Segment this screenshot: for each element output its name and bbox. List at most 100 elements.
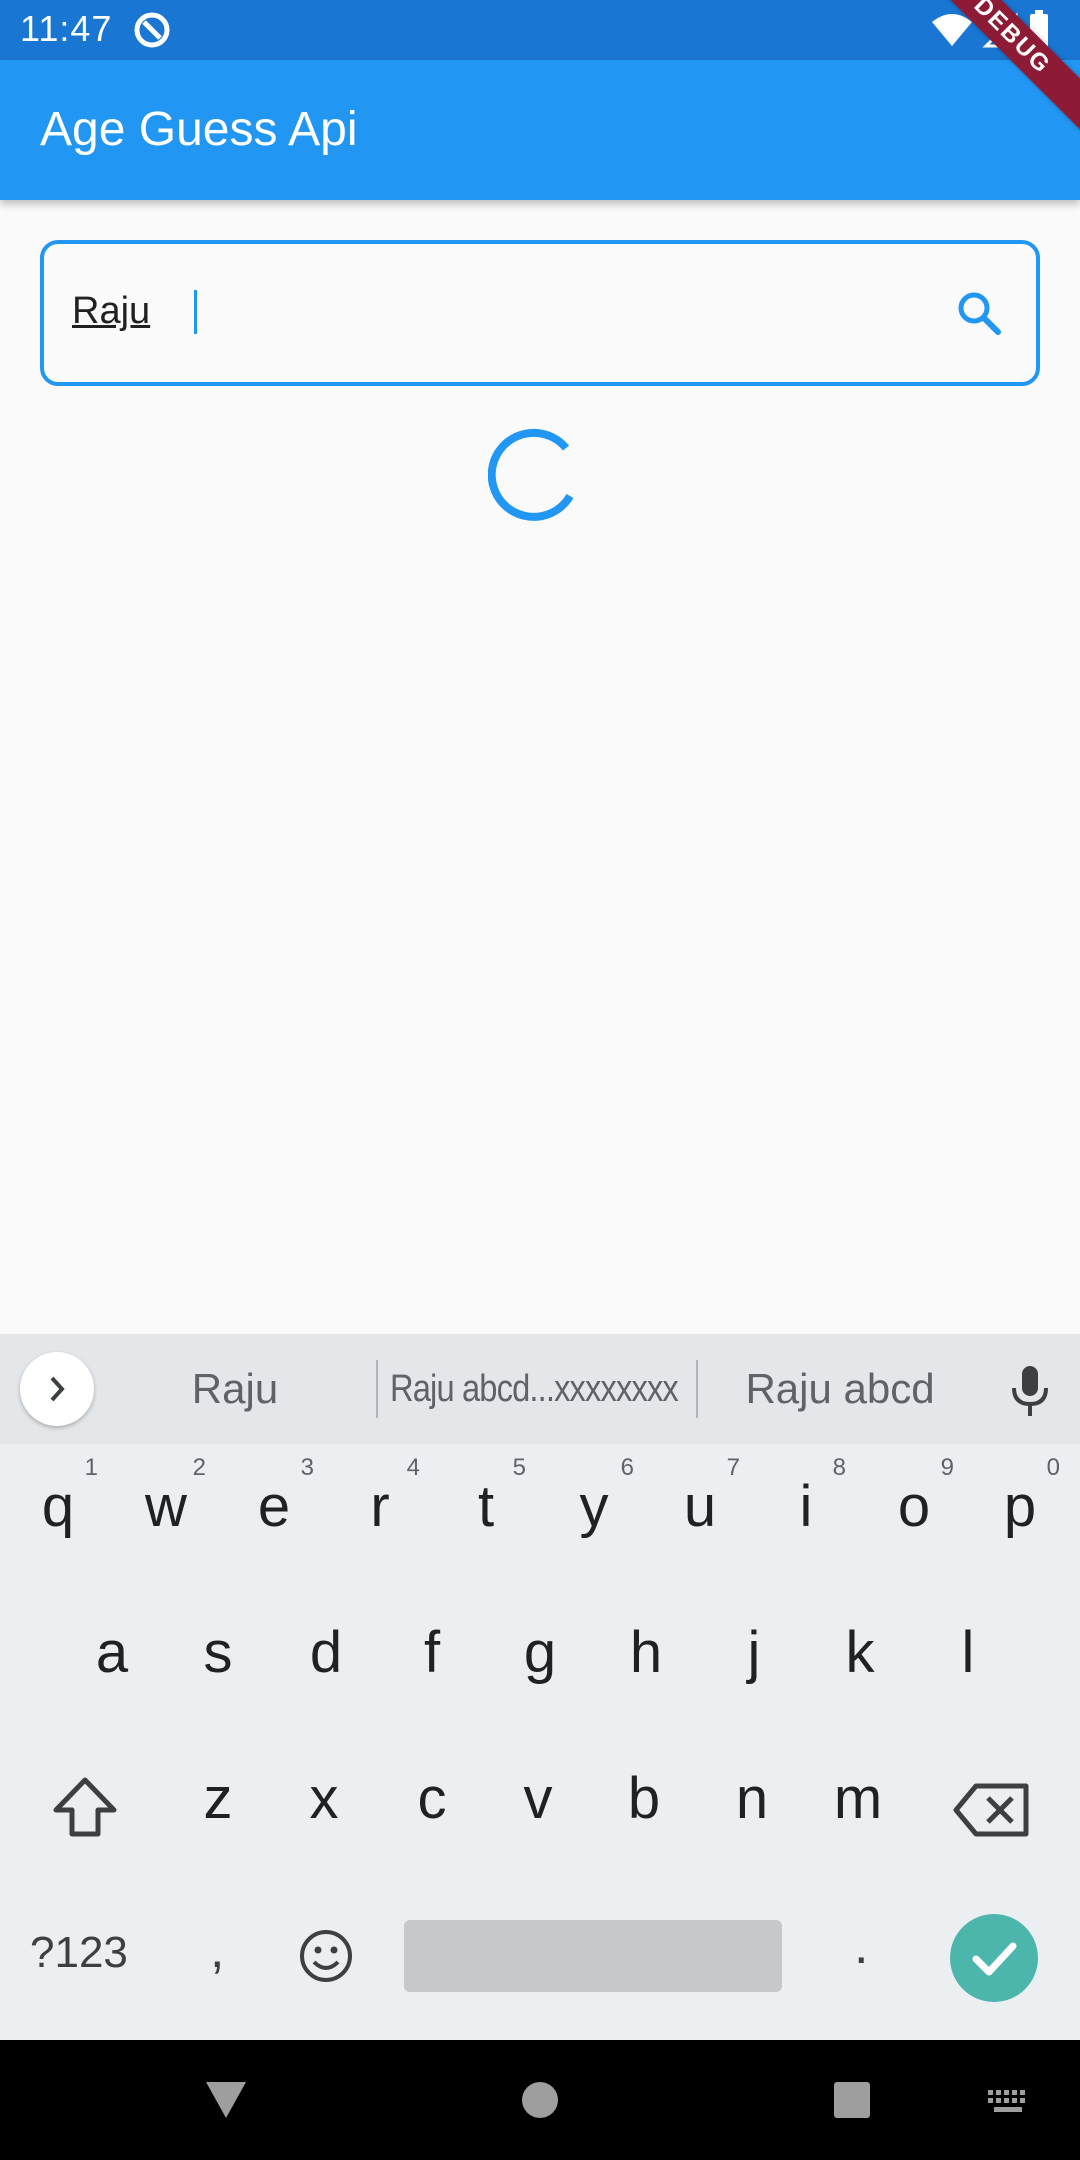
suggestion-1[interactable]: Raju xyxy=(130,1364,340,1414)
soft-keyboard: Raju Raju abcd...xxxxxxxx Raju abcd q1 w… xyxy=(0,1334,1080,2040)
key-label: l xyxy=(961,1620,975,1685)
key-label: o xyxy=(897,1474,931,1539)
key-label: z xyxy=(203,1766,233,1831)
key-label: j xyxy=(747,1620,761,1685)
app-notification-icon xyxy=(134,12,170,48)
key-c[interactable]: c xyxy=(378,1736,486,1876)
loading-spinner xyxy=(488,428,574,521)
key-hint: 1 xyxy=(84,1454,98,1481)
key-p[interactable]: p0 xyxy=(966,1444,1074,1584)
key-w[interactable]: w2 xyxy=(112,1444,220,1584)
key-hint: 7 xyxy=(726,1454,740,1481)
key-label: e xyxy=(257,1474,291,1539)
key-e[interactable]: e3 xyxy=(220,1444,328,1584)
key-label: h xyxy=(629,1620,663,1685)
key-t[interactable]: t5 xyxy=(432,1444,540,1584)
key-d[interactable]: d xyxy=(272,1590,380,1730)
key-f[interactable]: f xyxy=(378,1590,486,1730)
key-label: b xyxy=(627,1766,661,1831)
key-label: n xyxy=(735,1766,769,1831)
emoji-key[interactable] xyxy=(298,1928,354,1984)
key-hint: 0 xyxy=(1046,1454,1060,1481)
suggestion-divider xyxy=(376,1360,378,1418)
symbols-key[interactable]: ?123 xyxy=(30,1928,128,1978)
key-z[interactable]: z xyxy=(164,1736,272,1876)
key-label: f xyxy=(423,1620,441,1685)
key-label: y xyxy=(579,1474,609,1539)
key-label: x xyxy=(309,1766,339,1831)
key-hint: 2 xyxy=(192,1454,206,1481)
search-input-text: Raju xyxy=(72,290,151,332)
key-label: a xyxy=(95,1620,129,1685)
text-caret xyxy=(194,290,197,334)
key-label: g xyxy=(523,1620,557,1685)
key-hint: 8 xyxy=(832,1454,846,1481)
key-o[interactable]: o9 xyxy=(860,1444,968,1584)
key-hint: 3 xyxy=(300,1454,314,1481)
space-key[interactable] xyxy=(404,1920,782,1992)
suggestion-bar: Raju Raju abcd...xxxxxxxx Raju abcd xyxy=(0,1334,1080,1444)
done-key[interactable] xyxy=(950,1914,1038,2002)
search-input-value[interactable]: Raju xyxy=(72,290,150,333)
suggestion-divider xyxy=(696,1360,698,1418)
suggestion-3[interactable]: Raju abcd xyxy=(720,1364,960,1414)
home-icon[interactable] xyxy=(520,2080,560,2120)
emoji-icon xyxy=(300,1930,352,1982)
key-v[interactable]: v xyxy=(484,1736,592,1876)
key-g[interactable]: g xyxy=(486,1590,594,1730)
key-j[interactable]: j xyxy=(700,1590,808,1730)
key-i[interactable]: i8 xyxy=(752,1444,860,1584)
key-label: v xyxy=(523,1766,553,1831)
key-a[interactable]: a xyxy=(58,1590,166,1730)
check-icon xyxy=(972,1942,1017,1976)
key-label: u xyxy=(683,1474,717,1539)
search-input[interactable]: Raju xyxy=(40,240,1040,386)
key-x[interactable]: x xyxy=(270,1736,378,1876)
backspace-key[interactable] xyxy=(948,1770,1038,1850)
search-icon[interactable] xyxy=(954,288,1006,340)
key-label: q xyxy=(41,1474,75,1539)
key-hint: 5 xyxy=(512,1454,526,1481)
key-y[interactable]: y6 xyxy=(540,1444,648,1584)
navigation-bar xyxy=(0,2040,1080,2160)
wifi-icon xyxy=(932,14,972,46)
back-icon[interactable] xyxy=(204,2080,248,2120)
app-bar: Age Guess Api xyxy=(0,60,1080,200)
key-label: w xyxy=(145,1474,187,1539)
key-label: i xyxy=(799,1474,813,1539)
suggestion-2[interactable]: Raju abcd...xxxxxxxx xyxy=(390,1364,679,1414)
key-label: m xyxy=(833,1766,883,1831)
key-l[interactable]: l xyxy=(914,1590,1022,1730)
key-q[interactable]: q1 xyxy=(4,1444,112,1584)
key-label: p xyxy=(1003,1474,1037,1539)
key-r[interactable]: r4 xyxy=(326,1444,434,1584)
expand-suggestions-button[interactable] xyxy=(20,1352,94,1426)
page-title: Age Guess Api xyxy=(40,103,358,156)
comma-key[interactable]: , xyxy=(210,1920,224,1980)
key-label: s xyxy=(203,1620,233,1685)
key-n[interactable]: n xyxy=(698,1736,806,1876)
key-s[interactable]: s xyxy=(164,1590,272,1730)
key-h[interactable]: h xyxy=(592,1590,700,1730)
key-label: t xyxy=(477,1474,495,1539)
key-hint: 9 xyxy=(940,1454,954,1481)
backspace-icon xyxy=(953,1783,1029,1837)
recents-icon[interactable] xyxy=(832,2080,872,2120)
period-key[interactable]: . xyxy=(854,1916,868,1976)
key-b[interactable]: b xyxy=(590,1736,698,1876)
shift-icon xyxy=(53,1777,117,1837)
key-label: k xyxy=(845,1620,875,1685)
status-time: 11:47 xyxy=(20,8,113,49)
key-label: r xyxy=(370,1474,390,1539)
key-k[interactable]: k xyxy=(806,1590,914,1730)
key-label: d xyxy=(309,1620,343,1685)
key-u[interactable]: u7 xyxy=(646,1444,754,1584)
microphone-icon[interactable] xyxy=(1006,1364,1054,1418)
key-hint: 6 xyxy=(620,1454,634,1481)
key-hint: 4 xyxy=(406,1454,420,1481)
shift-key[interactable] xyxy=(40,1764,130,1854)
chevron-right-icon xyxy=(50,1376,65,1402)
key-m[interactable]: m xyxy=(804,1736,912,1876)
keyboard-switch-icon[interactable] xyxy=(986,2088,1030,2116)
key-label: c xyxy=(417,1766,447,1831)
